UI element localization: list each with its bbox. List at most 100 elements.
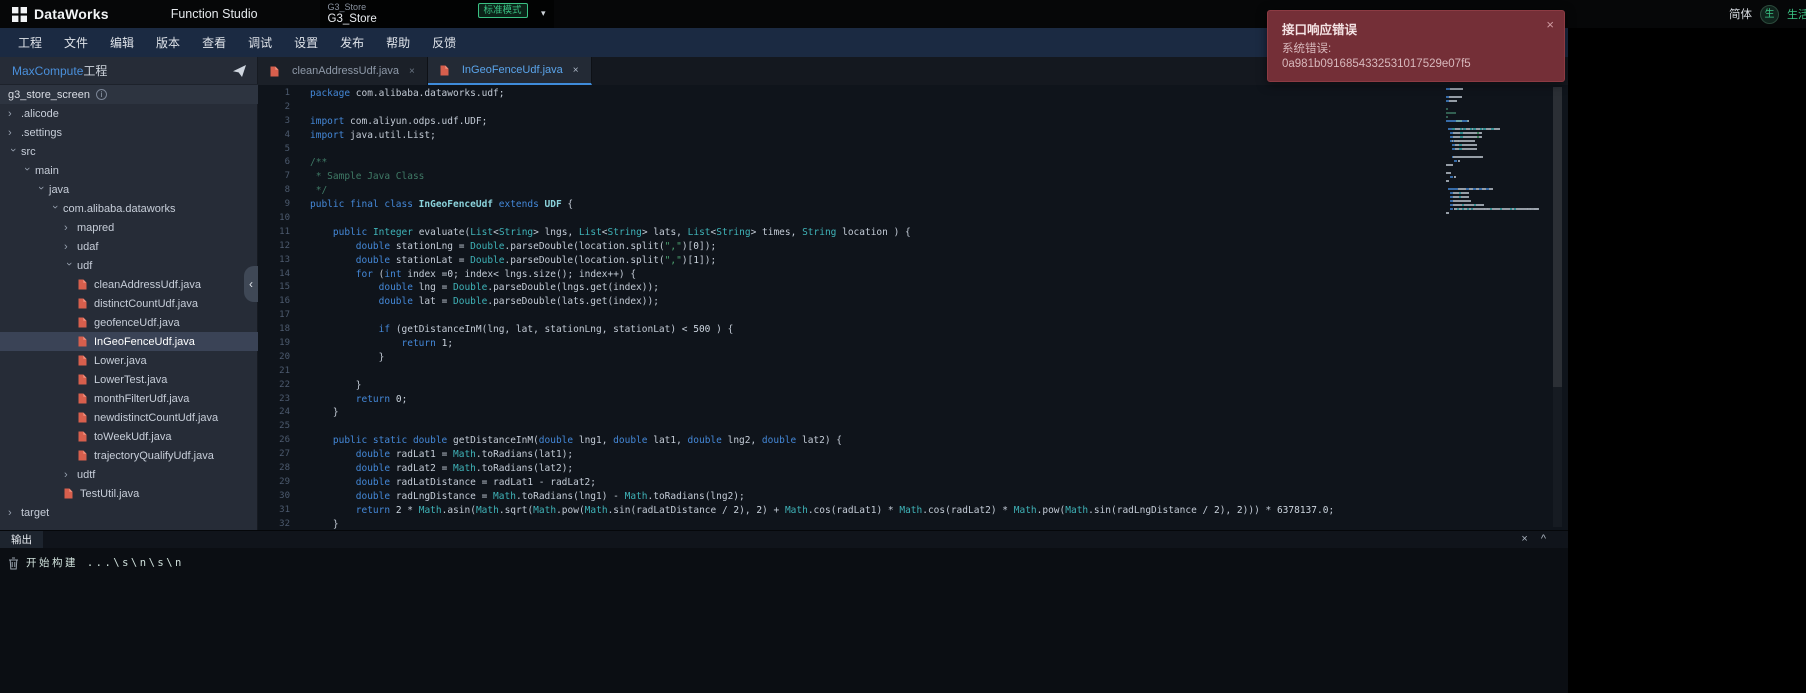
code-line: double radLatDistance = radLat1 - radLat… [355,476,596,488]
tree-item-distinctCountUdf.java[interactable]: distinctCountUdf.java [0,294,258,313]
tree-item-label: trajectoryQualifyUdf.java [94,449,214,462]
trash-icon[interactable] [8,557,19,575]
tree-item-Lower.java[interactable]: Lower.java [0,351,258,370]
tree-item-newdistinctCountUdf.java[interactable]: newdistinctCountUdf.java [0,408,258,427]
mode-badge: 标准模式 [477,3,528,18]
tab-output[interactable]: 输出 [0,531,43,548]
send-icon[interactable] [233,64,246,77]
line-number: 24 [279,407,290,418]
tab-InGeoFenceUdf.java[interactable]: InGeoFenceUdf.java × [427,57,592,85]
editor-scrollbar[interactable] [1553,87,1562,527]
project-selector[interactable]: G3_Store G3_Store 标准模式 ▾ [319,0,554,28]
chevron-right-icon[interactable]: › [8,127,18,139]
code-line: } [310,351,385,363]
code-editor[interactable]: 1 2 3 4 5 6 7 8 9 10 11 12 13 14 15 16 17 18 19 20 21 22 23 24 2… [258,85,1568,530]
menu-item-帮助[interactable]: 帮助 [386,34,410,51]
tree-item-geofenceUdf.java[interactable]: geofenceUdf.java [0,313,258,332]
chevron-right-icon[interactable]: › [64,222,74,234]
tree-item-udtf[interactable]: › udtf [0,465,258,484]
chevron-right-icon[interactable]: › [64,469,74,481]
tree-item-TestUtil.java[interactable]: TestUtil.java [0,484,258,503]
code-line: return 2 * Math.asin(Math.sqrt(Math.pow(… [355,504,1335,516]
sidebar-title: MaxCompute工程 [12,64,108,78]
code-line: return 1; [401,338,454,350]
chevron-right-icon[interactable]: › [64,241,74,253]
java-file-icon [78,279,90,290]
code-line: } [310,518,339,530]
menu-item-编辑[interactable]: 编辑 [110,34,134,51]
line-number: 14 [279,268,290,279]
tree-item-cleanAddressUdf.java[interactable]: cleanAddressUdf.java [0,275,258,294]
menu-item-查看[interactable]: 查看 [202,34,226,51]
line-number: 16 [279,296,290,307]
line-number: 15 [279,282,290,293]
chevron-right-icon[interactable]: › [8,108,18,120]
menu-item-发布[interactable]: 发布 [340,34,364,51]
code-area[interactable]: package com.alibaba.dataworks.udf; impor… [310,87,1438,530]
tree-item-trajectoryQualifyUdf.java[interactable]: trajectoryQualifyUdf.java [0,446,258,465]
close-tab-icon[interactable]: × [409,66,415,77]
collapse-icon[interactable]: ^ [1541,534,1546,545]
line-number: 29 [279,476,290,487]
menu-item-版本[interactable]: 版本 [156,34,180,51]
menu-item-工程[interactable]: 工程 [18,34,42,51]
tree-item-target[interactable]: › target [0,503,258,522]
java-file-icon [78,393,90,404]
tree-item-label: udtf [77,468,96,481]
tree-item-label: monthFilterUdf.java [94,392,190,405]
chevron-down-icon[interactable]: › [35,186,47,196]
java-file-icon [78,298,90,309]
tree-item-com.alibaba.dataworks[interactable]: › com.alibaba.dataworks [0,199,258,218]
code-line: for (int index =0; index< lngs.size(); i… [355,268,637,280]
line-number: 30 [279,490,290,501]
tree-item-toWeekUdf.java[interactable]: toWeekUdf.java [0,427,258,446]
scrollbar-thumb[interactable] [1553,87,1562,387]
tree-item-udf[interactable]: › udf [0,256,258,275]
chevron-down-icon[interactable]: › [49,205,61,215]
dataworks-logo[interactable]: DataWorks [12,6,109,22]
code-line: double radLat2 = Math.toRadians(lat2); [355,463,574,475]
close-icon[interactable]: × [1546,17,1554,32]
chevron-right-icon[interactable]: › [8,507,18,519]
tree-item-label: distinctCountUdf.java [94,297,198,310]
chevron-down-icon[interactable]: › [7,148,19,158]
line-number-gutter: 1 2 3 4 5 6 7 8 9 10 11 12 13 14 15 16 17 18 19 20 21 22 23 24 2… [258,87,304,530]
menu-item-设置[interactable]: 设置 [294,34,318,51]
line-number: 1 [284,88,290,98]
close-icon[interactable]: × [1521,534,1527,545]
tree-item-java[interactable]: › java [0,180,258,199]
output-text: 开始构建 ...\s\n\s\n [26,557,184,569]
line-number: 4 [284,129,290,140]
tree-item-udaf[interactable]: › udaf [0,237,258,256]
menu-item-反馈[interactable]: 反馈 [432,34,456,51]
tree-item-label: InGeoFenceUdf.java [94,335,195,348]
tree-item-main[interactable]: › main [0,161,258,180]
code-line: } [310,379,362,391]
java-file-icon [270,66,282,77]
close-tab-icon[interactable]: × [573,65,579,76]
info-icon[interactable]: i [95,89,107,100]
tree-item-InGeoFenceUdf.java[interactable]: InGeoFenceUdf.java [0,332,258,351]
java-file-icon [78,355,90,366]
account-name[interactable]: 生活区 [1787,6,1806,22]
code-line: if (getDistanceInM(lng, lat, stationLng,… [378,324,734,336]
tree-item-src[interactable]: › src [0,142,258,161]
minimap[interactable] [1446,88,1542,216]
tab-cleanAddressUdf.java[interactable]: cleanAddressUdf.java × [258,57,428,85]
tree-item-label: .settings [21,126,62,139]
sidebar-collapse-handle[interactable]: ‹ [244,266,258,302]
chevron-down-icon[interactable]: › [21,167,33,177]
language-selector[interactable]: 简体 [1729,6,1752,22]
tree-item-.settings[interactable]: › .settings [0,123,258,142]
tree-item-.alicode[interactable]: › .alicode [0,104,258,123]
chevron-down-icon[interactable]: › [63,262,75,272]
tree-item-LowerTest.java[interactable]: LowerTest.java [0,370,258,389]
toast-title: 接口响应错误 [1282,23,1358,37]
tree-item-g3_store_screen[interactable]: g3_store_screen i [0,85,258,104]
menu-item-调试[interactable]: 调试 [248,34,272,51]
tree-item-mapred[interactable]: › mapred [0,218,258,237]
tree-item-monthFilterUdf.java[interactable]: monthFilterUdf.java [0,389,258,408]
avatar[interactable]: 生 [1760,4,1779,24]
menu-item-文件[interactable]: 文件 [64,34,88,51]
